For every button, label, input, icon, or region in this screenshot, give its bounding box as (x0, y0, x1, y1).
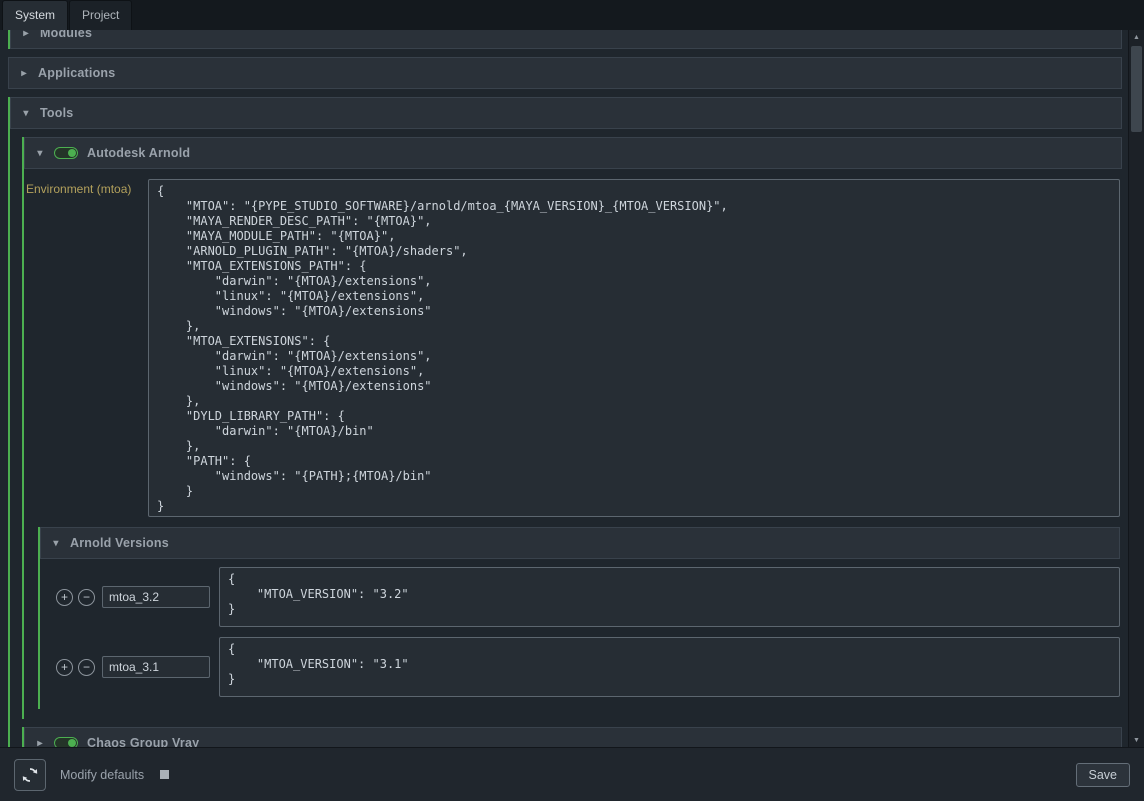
section-label-arnold-versions: Arnold Versions (70, 536, 169, 550)
arnold-enabled-toggle[interactable] (54, 147, 78, 159)
chevron-right-icon: ▸ (19, 68, 29, 79)
footer-bar: Modify defaults Save (0, 747, 1144, 801)
section-autodesk-arnold: ▾ Autodesk Arnold Environment (mtoa) { "… (22, 137, 1122, 719)
arnold-body: Environment (mtoa) { "MTOA": "{PYPE_STUD… (24, 169, 1122, 719)
version-row: + − { "MTOA_VERSION": "3.2" } (56, 567, 1120, 627)
tab-system[interactable]: System (2, 0, 68, 30)
section-arnold-versions: ▾ Arnold Versions + − { "MTOA_VERSION": … (38, 527, 1120, 709)
section-chaos-group-vray: ▸ Chaos Group Vray (22, 727, 1122, 747)
section-label-tools: Tools (40, 106, 73, 120)
add-version-button[interactable]: + (56, 589, 73, 606)
chevron-right-icon: ▸ (21, 30, 31, 39)
modify-defaults-checkbox[interactable] (160, 770, 169, 779)
section-header-modules[interactable]: ▸ Modules (10, 30, 1122, 49)
toggle-knob-icon (68, 149, 76, 157)
section-header-chaos-group-vray[interactable]: ▸ Chaos Group Vray (24, 727, 1122, 747)
tab-bar: System Project (0, 0, 1144, 30)
section-label-modules: Modules (40, 30, 92, 40)
remove-version-button[interactable]: − (78, 659, 95, 676)
scroll-down-button[interactable]: ▼ (1129, 733, 1144, 747)
environment-json-textarea[interactable]: { "MTOA": "{PYPE_STUDIO_SOFTWARE}/arnold… (148, 179, 1120, 517)
version-json-textarea[interactable]: { "MTOA_VERSION": "3.1" } (219, 637, 1120, 697)
remove-version-button[interactable]: − (78, 589, 95, 606)
section-tools: ▾ Tools ▾ Autodesk Arnold (8, 97, 1122, 747)
chevron-down-icon: ▾ (51, 538, 61, 549)
version-key-input[interactable] (102, 656, 210, 678)
scroll-area: ▸ Modules ▸ Applications ▾ Tools (8, 30, 1122, 747)
environment-row: Environment (mtoa) { "MTOA": "{PYPE_STUD… (26, 179, 1120, 517)
section-header-tools[interactable]: ▾ Tools (10, 97, 1122, 129)
section-applications: ▸ Applications (8, 57, 1122, 89)
chevron-down-icon: ▾ (21, 108, 31, 119)
vray-enabled-toggle[interactable] (54, 737, 78, 747)
vertical-scrollbar: ▲ ▼ (1128, 30, 1144, 747)
chevron-right-icon: ▸ (35, 738, 45, 748)
toggle-knob-icon (68, 739, 76, 747)
section-header-applications[interactable]: ▸ Applications (8, 57, 1122, 89)
section-header-autodesk-arnold[interactable]: ▾ Autodesk Arnold (24, 137, 1122, 169)
tab-project[interactable]: Project (69, 0, 132, 30)
version-row: + − { "MTOA_VERSION": "3.1" } (56, 637, 1120, 697)
scrollbar-thumb[interactable] (1131, 46, 1142, 132)
section-label-chaos-group-vray: Chaos Group Vray (87, 736, 199, 747)
version-json-textarea[interactable]: { "MTOA_VERSION": "3.2" } (219, 567, 1120, 627)
scroll-up-button[interactable]: ▲ (1129, 30, 1144, 44)
chevron-down-icon: ▾ (35, 148, 45, 159)
section-modules: ▸ Modules (8, 30, 1122, 49)
tools-body: ▾ Autodesk Arnold Environment (mtoa) { "… (10, 129, 1122, 747)
refresh-icon (21, 766, 39, 784)
add-version-button[interactable]: + (56, 659, 73, 676)
settings-window: System Project ▸ Modules ▸ Applications (0, 0, 1144, 801)
arnold-versions-body: + − { "MTOA_VERSION": "3.2" } + − (40, 559, 1120, 709)
settings-content: ▸ Modules ▸ Applications ▾ Tools (0, 30, 1144, 747)
section-header-arnold-versions[interactable]: ▾ Arnold Versions (40, 527, 1120, 559)
section-label-applications: Applications (38, 66, 115, 80)
section-label-autodesk-arnold: Autodesk Arnold (87, 146, 190, 160)
modify-defaults-label: Modify defaults (60, 768, 144, 782)
save-button[interactable]: Save (1076, 763, 1131, 787)
refresh-button[interactable] (14, 759, 46, 791)
environment-label: Environment (mtoa) (26, 179, 148, 517)
version-key-input[interactable] (102, 586, 210, 608)
